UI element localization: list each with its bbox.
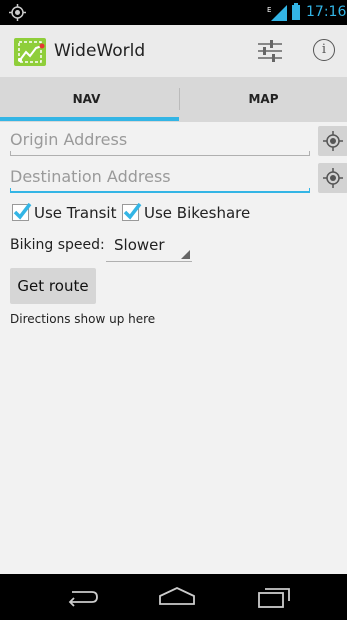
settings-sliders-icon <box>258 40 282 62</box>
recents-icon[interactable] <box>256 586 292 608</box>
tab-bar: NAV MAP <box>0 77 347 122</box>
origin-underline <box>10 151 310 156</box>
clock: 17:16 <box>306 4 347 20</box>
checkmark-icon <box>123 202 142 220</box>
directions-text: Directions show up here <box>10 312 156 326</box>
system-nav-bar <box>0 574 347 620</box>
app-logo-icon <box>14 38 46 66</box>
home-icon[interactable] <box>157 586 197 608</box>
destination-address-input[interactable] <box>10 163 310 193</box>
gps-icon <box>9 4 26 21</box>
action-bar: WideWorld i <box>0 25 347 77</box>
biking-speed-value: Slower <box>114 236 165 254</box>
back-icon[interactable] <box>64 586 100 608</box>
info-button[interactable]: i <box>313 39 335 61</box>
my-location-icon <box>323 168 343 188</box>
biking-speed-spinner[interactable]: Slower <box>106 232 192 262</box>
tab-nav[interactable]: NAV <box>0 77 173 122</box>
destination-underline <box>10 188 310 193</box>
settings-button[interactable] <box>254 37 286 65</box>
origin-address-input[interactable] <box>10 126 310 156</box>
use-bikeshare-label[interactable]: Use Bikeshare <box>144 204 250 222</box>
use-bikeshare-checkbox[interactable] <box>122 202 142 221</box>
biking-speed-label: Biking speed: <box>10 237 105 253</box>
get-route-button[interactable]: Get route <box>10 268 96 304</box>
tab-selected-indicator <box>0 117 179 121</box>
destination-locate-button[interactable] <box>318 163 347 193</box>
status-bar: E 17:16 <box>0 0 347 25</box>
spinner-arrow-icon <box>181 250 190 259</box>
checkmark-icon <box>13 202 32 220</box>
use-transit-label[interactable]: Use Transit <box>34 204 116 222</box>
tab-map[interactable]: MAP <box>180 77 347 122</box>
use-transit-checkbox[interactable] <box>12 202 32 221</box>
battery-icon <box>292 3 300 20</box>
origin-locate-button[interactable] <box>318 126 347 156</box>
app-title: WideWorld <box>54 41 146 61</box>
signal-icon: E <box>267 5 287 21</box>
my-location-icon <box>323 131 343 151</box>
svg-text:E: E <box>267 6 271 14</box>
info-icon: i <box>321 42 327 57</box>
